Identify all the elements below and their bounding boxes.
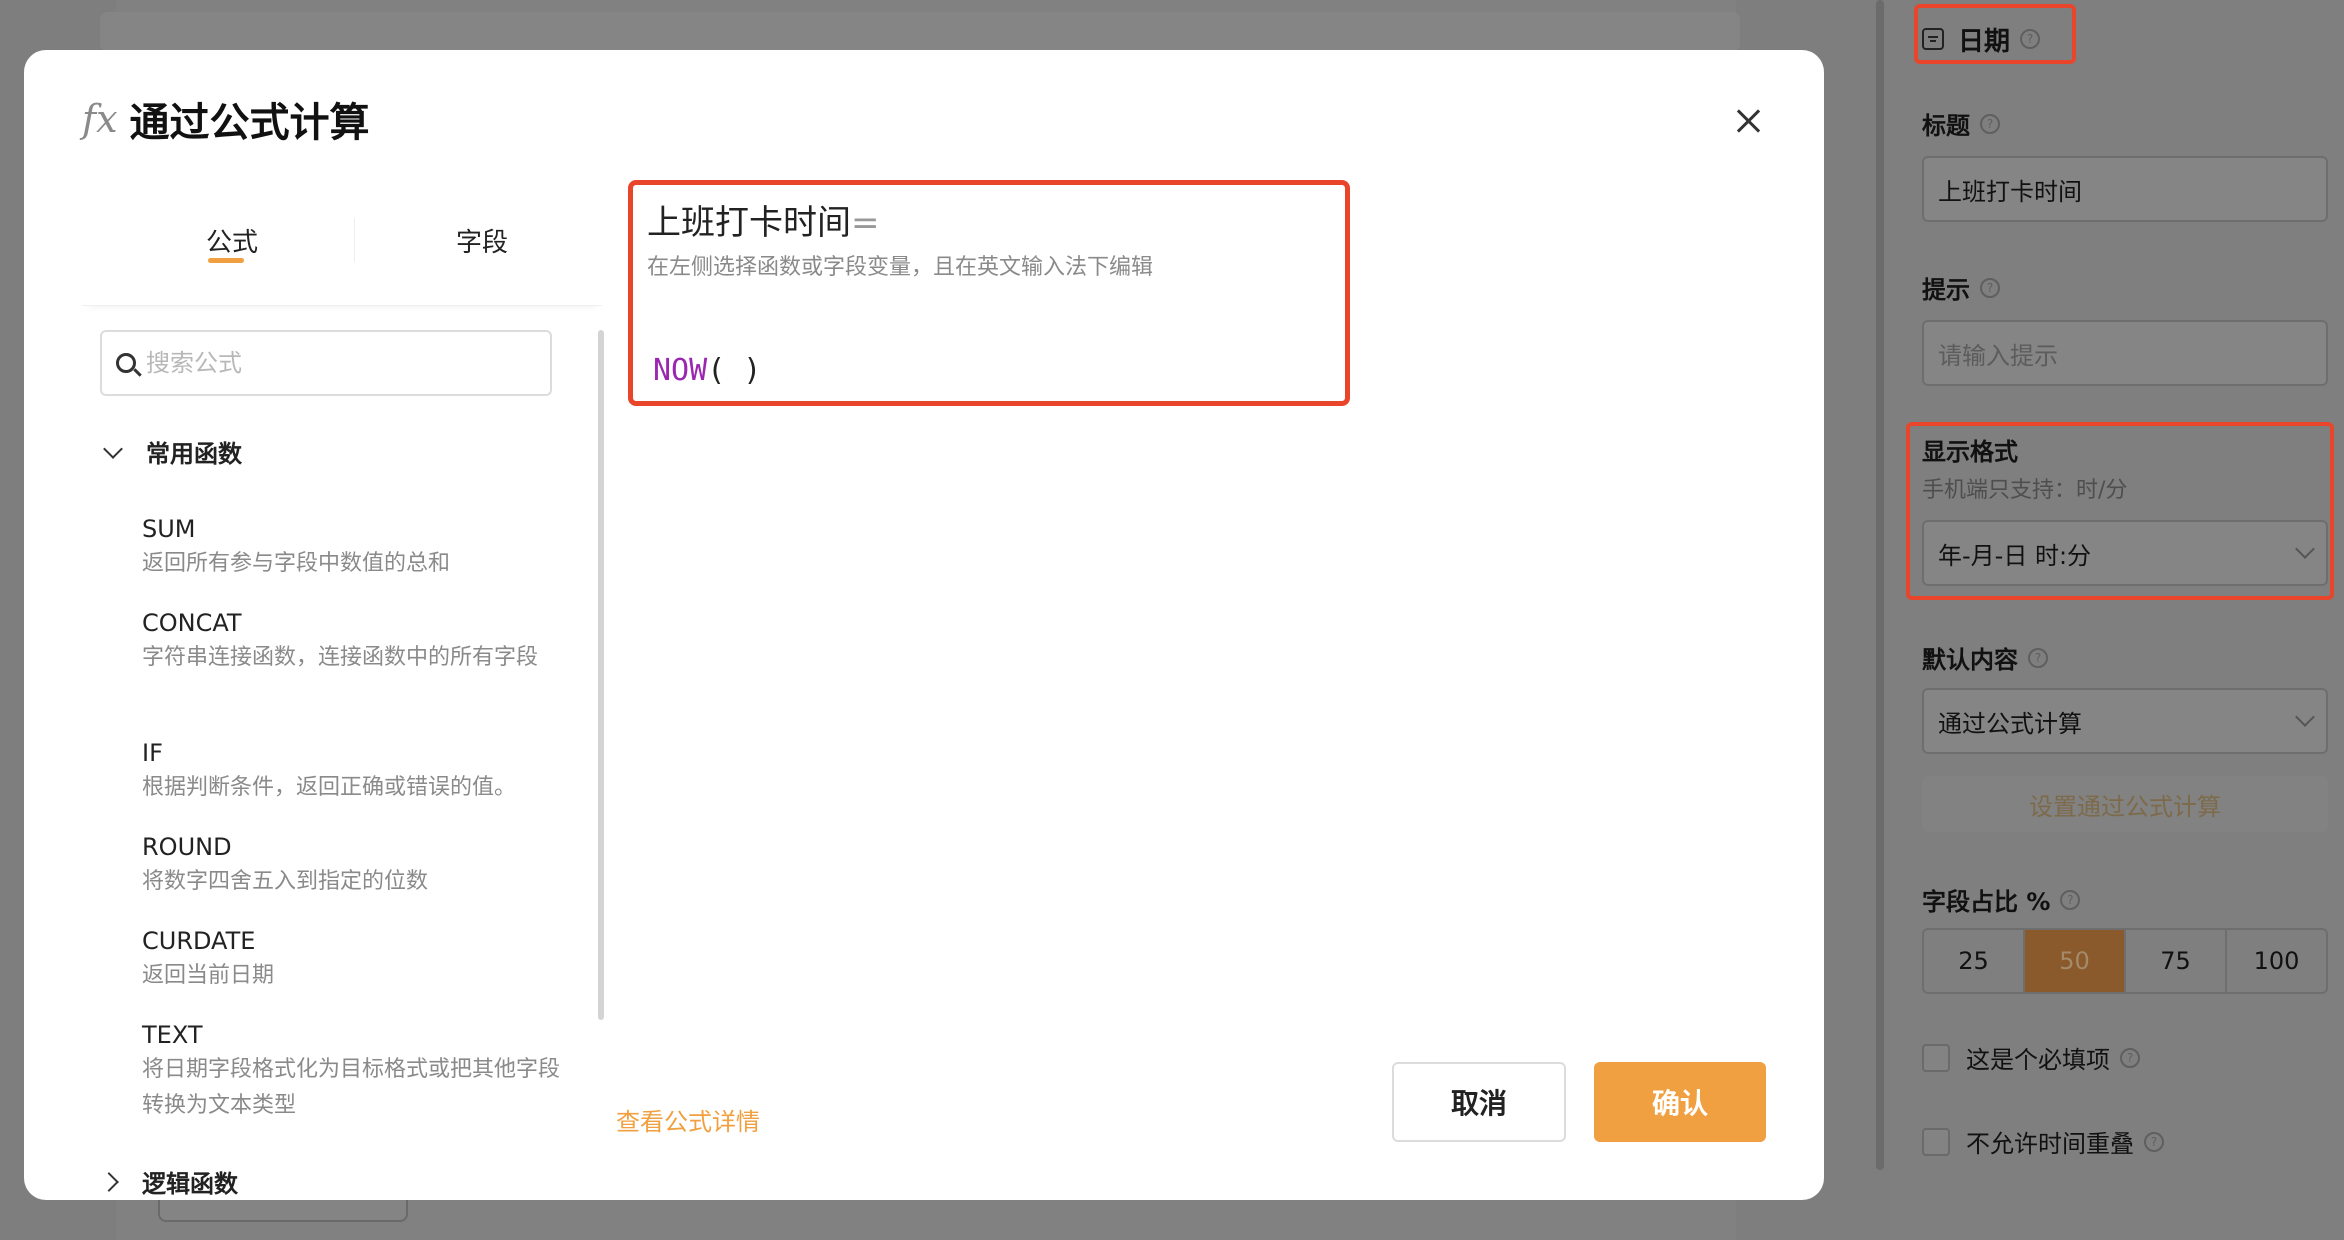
fx-icon: fx bbox=[82, 97, 118, 141]
tab-divider bbox=[354, 218, 355, 262]
editor-field-title: 上班打卡时间= bbox=[647, 195, 880, 244]
help-icon: ? bbox=[1980, 277, 2000, 298]
group-label: 常用函数 bbox=[146, 440, 242, 468]
ratio-label-text: 字段占比 % bbox=[1922, 888, 2051, 916]
function-item-if[interactable]: IF 根据判断条件，返回正确或错误的值。 bbox=[142, 736, 562, 806]
function-name: CURDATE bbox=[142, 927, 256, 955]
function-desc: 将数字四舍五入到指定的位数 bbox=[142, 869, 429, 894]
group-label: 逻辑函数 bbox=[142, 1170, 238, 1198]
chevron-down-icon bbox=[103, 438, 123, 459]
function-name: SUM bbox=[142, 515, 196, 543]
properties-panel: 日期 ? 标题 ? 上班打卡时间 提示 ? 请输入提示 显示格式 手机端只支持：… bbox=[1890, 0, 2344, 1240]
function-item-round[interactable]: ROUND 将数字四舍五入到指定的位数 bbox=[142, 830, 562, 900]
function-desc: 将日期字段格式化为目标格式或把其他字段转换为文本类型 bbox=[142, 1057, 561, 1118]
ratio-option[interactable]: 75 bbox=[2126, 930, 2227, 992]
help-icon: ? bbox=[1980, 113, 2000, 134]
search-input[interactable] bbox=[146, 349, 526, 377]
title-label-text: 标题 bbox=[1922, 112, 1970, 140]
ratio-option-selected[interactable]: 50 bbox=[2025, 930, 2126, 992]
canvas-top-strip bbox=[100, 12, 1740, 52]
view-formula-details-link[interactable]: 查看公式详情 bbox=[616, 1102, 760, 1137]
ratio-option[interactable]: 25 bbox=[1924, 930, 2025, 992]
ratio-option[interactable]: 100 bbox=[2227, 930, 2326, 992]
set-formula-button[interactable]: 设置通过公式计算 bbox=[1922, 776, 2328, 832]
prompt-input[interactable]: 请输入提示 bbox=[1922, 320, 2328, 386]
cancel-button[interactable]: 取消 bbox=[1392, 1062, 1566, 1142]
prompt-label: 提示 ? bbox=[1922, 270, 2000, 305]
highlight-box-title bbox=[1914, 4, 2076, 64]
search-box[interactable] bbox=[100, 330, 552, 396]
function-desc: 字符串连接函数，连接函数中的所有字段 bbox=[142, 645, 539, 670]
prompt-label-text: 提示 bbox=[1922, 276, 1970, 304]
group-logic-functions[interactable]: 逻辑函数 bbox=[99, 1164, 238, 1199]
formula-function-name: NOW bbox=[653, 353, 708, 388]
title-label: 标题 ? bbox=[1922, 106, 2000, 141]
function-name: CONCAT bbox=[142, 609, 242, 637]
editor-field-name: 上班打卡时间 bbox=[647, 203, 851, 243]
required-checkbox-row[interactable]: 这是个必填项 ? bbox=[1922, 1040, 2140, 1075]
function-desc: 根据判断条件，返回正确或错误的值。 bbox=[142, 775, 517, 800]
required-checkbox[interactable] bbox=[1922, 1043, 1950, 1072]
formula-editor[interactable]: 上班打卡时间= 在左侧选择函数或字段变量，且在英文输入法下编辑 NOW( ) bbox=[628, 180, 1350, 406]
help-icon: ? bbox=[2028, 647, 2048, 668]
tab-formula[interactable]: 公式 bbox=[206, 222, 258, 259]
function-desc: 返回当前日期 bbox=[142, 963, 275, 988]
chevron-down-icon bbox=[2295, 707, 2315, 727]
scrollbar-thumb[interactable] bbox=[598, 330, 604, 1020]
confirm-button[interactable]: 确认 bbox=[1594, 1062, 1766, 1142]
highlight-box-format bbox=[1906, 422, 2334, 600]
search-icon bbox=[116, 353, 136, 373]
no-overlap-label: 不允许时间重叠 bbox=[1966, 1130, 2134, 1158]
function-sidebar: 公式 字段 常用函数 SUM 返回所有参与字段中数值的总和 CONCAT 字符串… bbox=[82, 190, 604, 1200]
function-item-text[interactable]: TEXT 将日期字段格式化为目标格式或把其他字段转换为文本类型 bbox=[142, 1018, 562, 1124]
editor-hint: 在左侧选择函数或字段变量，且在英文输入法下编辑 bbox=[647, 255, 1154, 280]
title-input[interactable]: 上班打卡时间 bbox=[1922, 156, 2328, 222]
formula-modal: fx 通过公式计算 公式 字段 常用函数 SUM 返回所有参与字段中数值的总和 … bbox=[24, 50, 1824, 1200]
modal-title-text: 通过公式计算 bbox=[129, 100, 370, 146]
editor-equals: = bbox=[851, 203, 880, 243]
function-item-curdate[interactable]: CURDATE 返回当前日期 bbox=[142, 924, 562, 994]
function-name: TEXT bbox=[142, 1021, 203, 1049]
no-overlap-checkbox[interactable] bbox=[1922, 1127, 1950, 1156]
function-name: ROUND bbox=[142, 833, 232, 861]
default-label-text: 默认内容 bbox=[1922, 646, 2018, 674]
default-label: 默认内容 ? bbox=[1922, 640, 2048, 675]
ratio-segmented: 25 50 75 100 bbox=[1922, 928, 2328, 994]
default-select[interactable]: 通过公式计算 bbox=[1922, 688, 2328, 754]
help-icon: ? bbox=[2120, 1047, 2140, 1068]
default-select-value: 通过公式计算 bbox=[1938, 709, 2082, 738]
formula-code[interactable]: NOW( ) bbox=[653, 353, 761, 388]
close-icon[interactable] bbox=[1726, 100, 1770, 144]
panel-divider bbox=[1876, 0, 1884, 1170]
formula-parens: ( ) bbox=[707, 353, 762, 388]
required-label: 这是个必填项 bbox=[1966, 1046, 2110, 1074]
tab-field[interactable]: 字段 bbox=[456, 222, 508, 259]
help-icon: ? bbox=[2144, 1131, 2164, 1152]
group-common-functions[interactable]: 常用函数 bbox=[102, 434, 242, 469]
modal-title: fx 通过公式计算 bbox=[82, 84, 370, 154]
no-overlap-checkbox-row[interactable]: 不允许时间重叠 ? bbox=[1922, 1124, 2164, 1159]
active-tab-indicator bbox=[208, 258, 244, 263]
chevron-right-icon bbox=[99, 1171, 119, 1192]
tab-bar: 公式 字段 bbox=[82, 190, 602, 306]
help-icon: ? bbox=[2060, 889, 2081, 910]
function-item-sum[interactable]: SUM 返回所有参与字段中数值的总和 bbox=[142, 512, 562, 582]
ratio-label: 字段占比 % ? bbox=[1922, 882, 2081, 917]
function-item-concat[interactable]: CONCAT 字符串连接函数，连接函数中的所有字段 bbox=[142, 606, 562, 676]
function-desc: 返回所有参与字段中数值的总和 bbox=[142, 551, 451, 576]
function-name: IF bbox=[142, 739, 163, 767]
